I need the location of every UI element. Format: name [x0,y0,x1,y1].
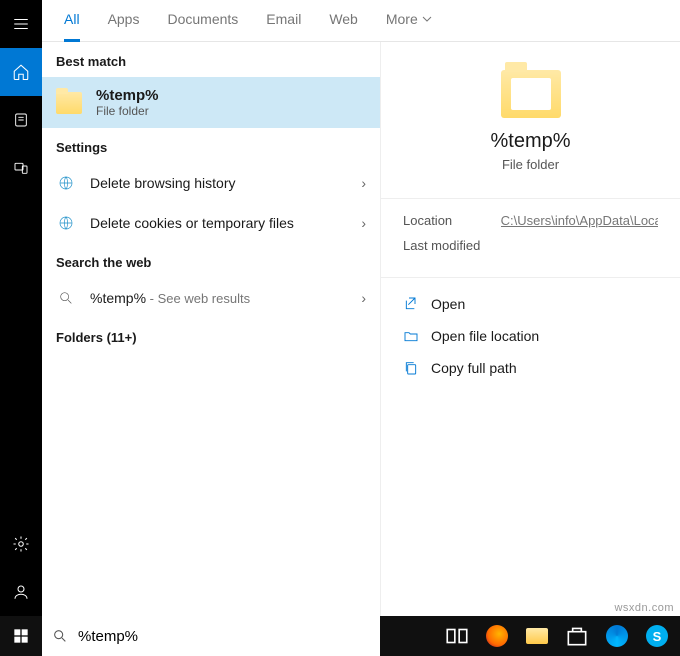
best-match-item[interactable]: %temp% File folder [42,77,380,128]
settings-item-label: Delete browsing history [90,175,236,191]
section-settings: Settings [42,128,380,163]
search-icon [52,628,68,644]
best-match-subtitle: File folder [96,104,159,118]
chevron-right-icon: › [361,215,366,231]
watermark: wsxdn.com [614,602,674,614]
web-result-query: %temp% [90,290,146,306]
account-button[interactable] [0,568,42,616]
globe-icon [56,173,76,193]
tab-email[interactable]: Email [266,0,301,42]
chevron-right-icon: › [361,290,366,306]
taskbar: S [0,616,680,656]
skype-icon[interactable]: S [644,623,670,649]
explorer-icon[interactable] [524,623,550,649]
tab-apps[interactable]: Apps [108,0,140,42]
store-icon[interactable] [564,623,590,649]
taskbar-tray: S [434,623,680,649]
menu-button[interactable] [0,0,42,48]
tab-web[interactable]: Web [329,0,358,42]
copy-icon [403,360,419,376]
best-match-title: %temp% [96,87,159,104]
folder-icon [56,92,82,114]
start-button[interactable] [0,616,42,656]
settings-button[interactable] [0,520,42,568]
left-rail [0,0,42,616]
search-icon [56,288,76,308]
section-folders: Folders (11+) [42,318,380,353]
tab-documents[interactable]: Documents [167,0,238,42]
action-open-location[interactable]: Open file location [403,320,658,352]
settings-item-delete-cookies[interactable]: Delete cookies or temporary files › [42,203,380,243]
firefox-icon[interactable] [484,623,510,649]
globe-icon [56,213,76,233]
results-panel: Best match %temp% File folder Settings D… [42,42,380,616]
preview-panel: %temp% File folder Location C:\Users\inf… [380,42,680,616]
search-box[interactable] [42,616,380,656]
settings-item-label: Delete cookies or temporary files [90,215,294,231]
tab-more[interactable]: More [386,0,432,42]
action-copy-path[interactable]: Copy full path [403,352,658,384]
modified-label: Last modified [403,238,503,253]
devices-button[interactable] [0,144,42,192]
chevron-down-icon [422,14,432,24]
action-open[interactable]: Open [403,288,658,320]
location-value[interactable]: C:\Users\info\AppData\Loca [501,213,658,228]
edge-icon[interactable] [604,623,630,649]
settings-item-browsing-history[interactable]: Delete browsing history › [42,163,380,203]
folder-open-icon [403,328,419,344]
home-button[interactable] [0,48,42,96]
preview-title: %temp% [381,130,680,153]
search-input[interactable] [78,628,370,645]
tab-all[interactable]: All [64,0,80,42]
web-result-suffix: - See web results [146,291,250,306]
folder-icon [501,70,561,118]
section-best-match: Best match [42,42,380,77]
task-view-button[interactable] [444,623,470,649]
web-result-item[interactable]: %temp% - See web results › [42,278,380,318]
filter-tabs: All Apps Documents Email Web More [42,0,680,42]
chevron-right-icon: › [361,175,366,191]
preview-kind: File folder [381,157,680,172]
open-icon [403,296,419,312]
section-search-web: Search the web [42,243,380,278]
recent-button[interactable] [0,96,42,144]
location-label: Location [403,213,501,228]
